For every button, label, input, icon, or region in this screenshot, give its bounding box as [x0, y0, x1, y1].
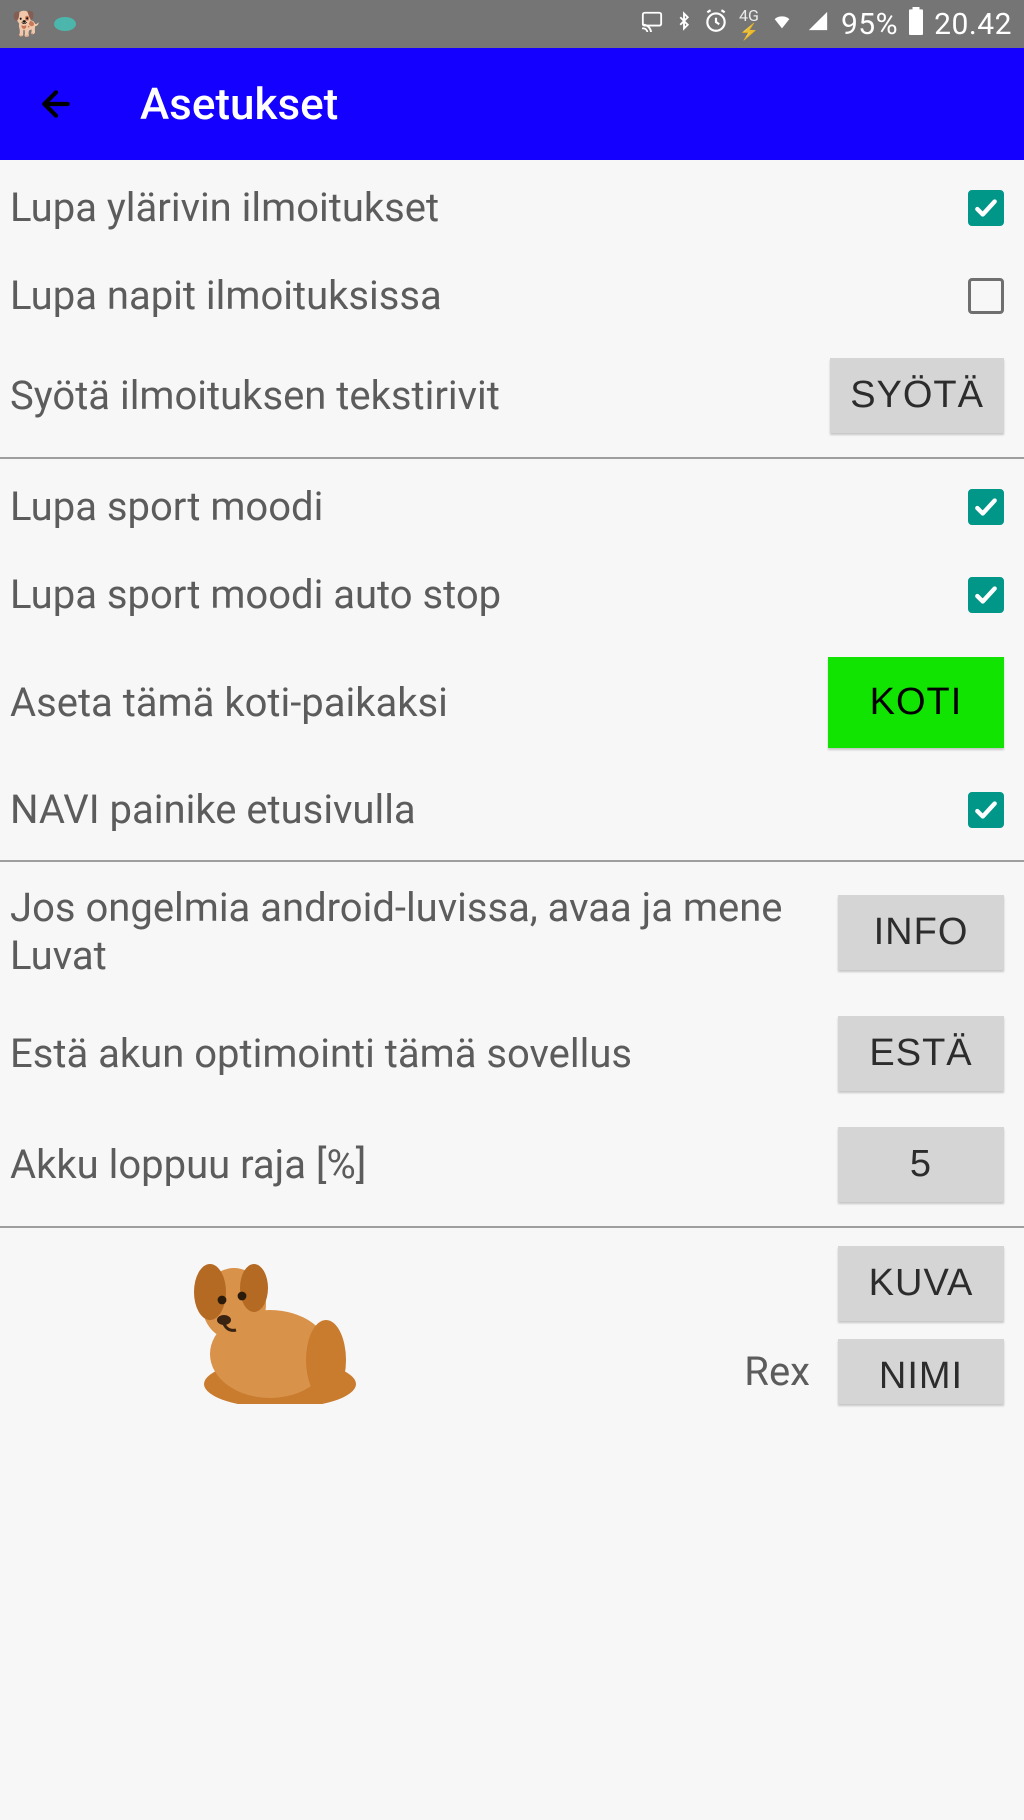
section-system: Jos ongelmia android-luvissa, avaa ja me…: [0, 862, 1024, 1228]
label-notif-top: Lupa ylärivin ilmoitukset: [10, 184, 968, 232]
row-navi-home: NAVI painike etusivulla: [0, 766, 1024, 854]
dog-app-icon: 🐕: [12, 10, 42, 38]
section-dog: KUVA Rex NIMI: [0, 1228, 1024, 1404]
alarm-icon: [703, 8, 729, 41]
label-batt-limit: Akku loppuu raja [%]: [10, 1141, 838, 1189]
clock: 20.42: [934, 7, 1012, 42]
button-batt-opt[interactable]: ESTÄ: [838, 1016, 1004, 1091]
signal-icon: [805, 9, 831, 39]
dog-image: [170, 1244, 370, 1404]
wifi-icon: [769, 9, 795, 39]
checkbox-sport-autostop[interactable]: [968, 577, 1004, 613]
app-bar: Asetukset: [0, 48, 1024, 160]
label-sport-mode: Lupa sport moodi: [10, 483, 968, 531]
status-right: 4G ⚡ 95% 20.42: [639, 7, 1012, 42]
dog-name-label: Rex: [744, 1348, 810, 1395]
page-title: Asetukset: [140, 78, 338, 130]
bluetooth-icon: [675, 8, 693, 41]
settings-list: Lupa ylärivin ilmoitukset Lupa napit ilm…: [0, 160, 1024, 1404]
label-batt-opt: Estä akun optimointi tämä sovellus: [10, 1030, 838, 1078]
network-type-label: 4G ⚡: [739, 8, 759, 40]
checkbox-navi-home[interactable]: [968, 792, 1004, 828]
section-notifications: Lupa ylärivin ilmoitukset Lupa napit ilm…: [0, 160, 1024, 459]
back-button[interactable]: [32, 80, 80, 128]
row-notif-text: Syötä ilmoituksen tekstirivit SYÖTÄ: [0, 340, 1024, 451]
button-notif-text[interactable]: SYÖTÄ: [830, 358, 1004, 433]
row-batt-limit: Akku loppuu raja [%] 5: [0, 1109, 1024, 1220]
status-left: 🐕: [12, 10, 76, 38]
button-dog-name[interactable]: NIMI: [838, 1339, 1004, 1404]
button-perms-info[interactable]: INFO: [838, 895, 1004, 970]
checkbox-sport-mode[interactable]: [968, 489, 1004, 525]
button-batt-limit[interactable]: 5: [838, 1127, 1004, 1202]
label-set-home: Aseta tämä koti-paikaksi: [10, 679, 828, 727]
label-navi-home: NAVI painike etusivulla: [10, 786, 968, 834]
checkbox-notif-buttons[interactable]: [968, 278, 1004, 314]
row-sport-mode: Lupa sport moodi: [0, 463, 1024, 551]
button-set-home[interactable]: KOTI: [828, 657, 1004, 748]
status-bar: 🐕 4G ⚡ 95% 20.42: [0, 0, 1024, 48]
section-sport: Lupa sport moodi Lupa sport moodi auto s…: [0, 459, 1024, 862]
button-dog-image[interactable]: KUVA: [838, 1246, 1004, 1321]
dog-buttons: KUVA Rex NIMI: [370, 1246, 1004, 1404]
disc-app-icon: [54, 17, 76, 31]
checkbox-notif-top[interactable]: [968, 190, 1004, 226]
row-set-home: Aseta tämä koti-paikaksi KOTI: [0, 639, 1024, 766]
label-perms: Jos ongelmia android-luvissa, avaa ja me…: [10, 884, 838, 980]
row-notif-buttons: Lupa napit ilmoituksissa: [0, 252, 1024, 340]
row-notif-top: Lupa ylärivin ilmoitukset: [0, 164, 1024, 252]
label-sport-autostop: Lupa sport moodi auto stop: [10, 571, 968, 619]
battery-percent: 95%: [841, 7, 898, 42]
battery-icon: [908, 7, 924, 42]
cast-icon: [639, 9, 665, 39]
label-notif-text: Syötä ilmoituksen tekstirivit: [10, 372, 830, 420]
label-notif-buttons: Lupa napit ilmoituksissa: [10, 272, 968, 320]
row-perms: Jos ongelmia android-luvissa, avaa ja me…: [0, 866, 1024, 998]
row-batt-opt: Estä akun optimointi tämä sovellus ESTÄ: [0, 998, 1024, 1109]
row-sport-autostop: Lupa sport moodi auto stop: [0, 551, 1024, 639]
